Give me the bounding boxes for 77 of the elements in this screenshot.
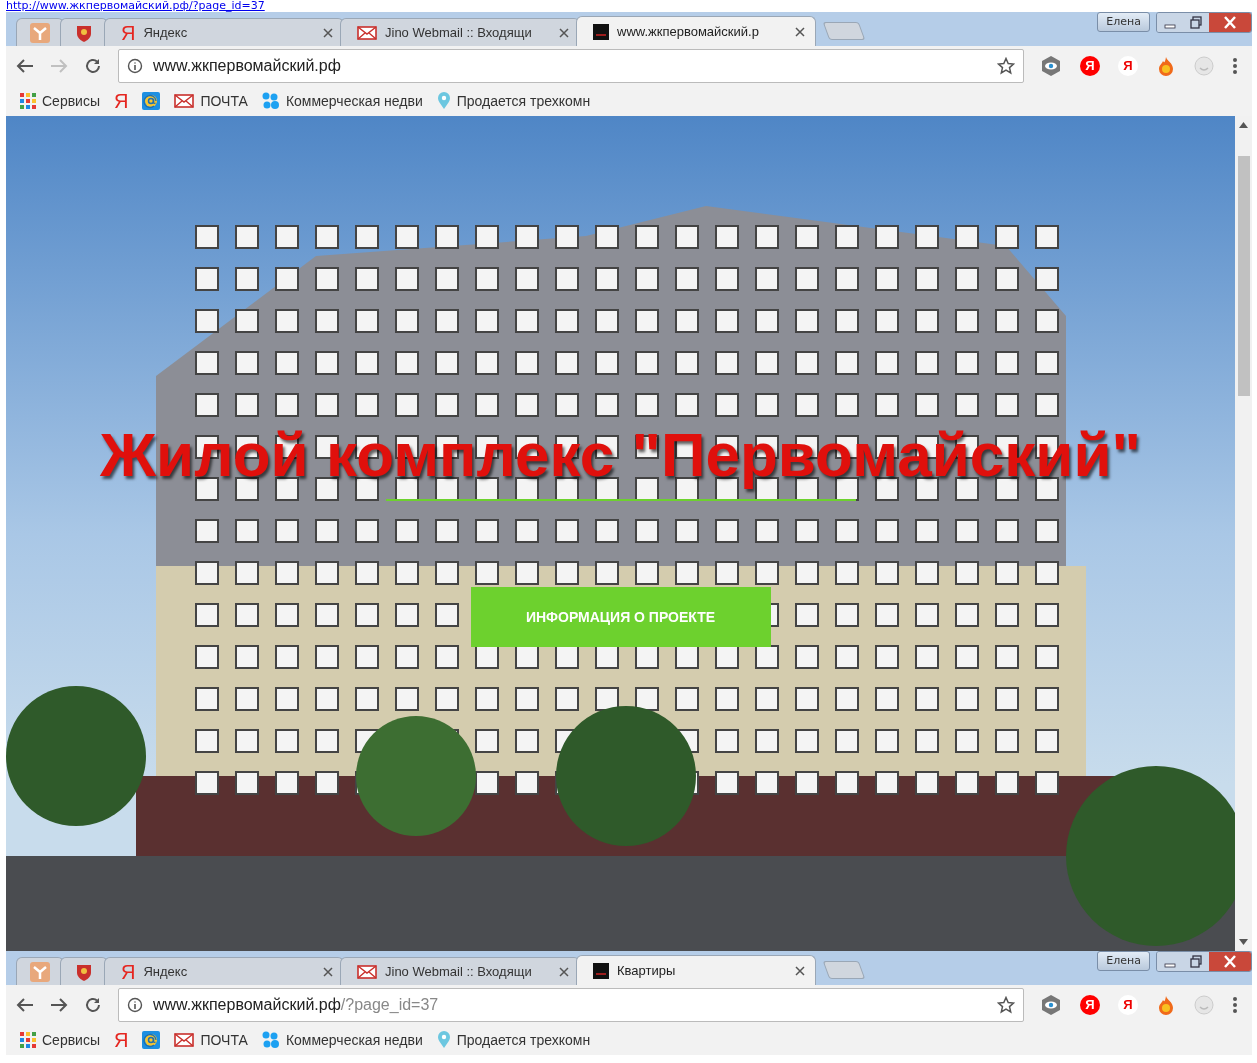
yandex-bookmark[interactable]: Я xyxy=(114,91,129,111)
scrollbar[interactable] xyxy=(1235,116,1252,951)
yandex-extension-icon[interactable]: Я xyxy=(1118,56,1138,76)
yandex-icon: Я xyxy=(121,22,136,43)
tab-title: www.жкпервомайский.р xyxy=(617,24,760,39)
tab-title: Jino Webmail :: Входящи xyxy=(385,25,533,40)
apps-icon xyxy=(20,1032,36,1048)
figure-icon xyxy=(30,961,50,982)
dots-icon xyxy=(261,1031,280,1049)
bookmark[interactable]: Продается трехкомн xyxy=(436,92,591,110)
tab-title: Яндекс xyxy=(143,25,189,40)
map-pin-icon xyxy=(436,1031,451,1049)
info-icon xyxy=(127,997,143,1013)
url-text: www.жкпервомайский.рф xyxy=(153,57,342,75)
address-bar[interactable]: www.жкпервомайский.рф/?page_id=37 xyxy=(118,988,1024,1022)
menu-icon[interactable] xyxy=(1232,57,1238,75)
back-button[interactable] xyxy=(16,997,34,1013)
close-tab-icon[interactable] xyxy=(559,27,569,38)
bookmark[interactable]: Сервисы xyxy=(20,1032,100,1048)
bookmark[interactable]: ПОЧТА xyxy=(174,93,248,109)
browser-tab[interactable]: Я Яндекс xyxy=(104,18,344,46)
bookmark[interactable]: Сервисы xyxy=(20,93,100,109)
address-bar[interactable]: www.жкпервомайский.рф xyxy=(118,49,1024,83)
yandex-extension-icon[interactable]: Я xyxy=(1080,995,1100,1015)
scroll-down-icon[interactable] xyxy=(1239,939,1248,945)
yandex-extension-icon[interactable]: Я xyxy=(1080,56,1100,76)
dots-icon xyxy=(261,92,280,110)
at-sign-icon[interactable] xyxy=(142,92,161,110)
at-sign-icon[interactable] xyxy=(142,1031,161,1049)
reload-button[interactable] xyxy=(84,996,102,1014)
close-tab-icon[interactable] xyxy=(559,966,569,977)
bookmark[interactable]: ПОЧТА xyxy=(174,1032,248,1048)
star-icon[interactable] xyxy=(997,57,1015,75)
tab-title: Квартиры xyxy=(617,963,677,978)
envelope-icon xyxy=(174,1033,195,1047)
map-pin-icon xyxy=(436,92,451,110)
eye-icon[interactable] xyxy=(1040,994,1062,1016)
close-tab-icon[interactable] xyxy=(323,966,333,977)
bookmark[interactable]: Продается трехкомн xyxy=(436,1031,591,1049)
bookmark[interactable]: Коммерческая недви xyxy=(261,1031,423,1049)
yandex-bookmark[interactable]: Я xyxy=(114,1030,129,1050)
yandex-extension-icon[interactable]: Я xyxy=(1118,995,1138,1015)
page-link[interactable]: http://www.жкпервомайский.рф/?page_id=37 xyxy=(6,0,265,12)
reload-button[interactable] xyxy=(84,57,102,75)
figure-icon xyxy=(30,22,50,43)
close-button[interactable] xyxy=(1209,13,1251,32)
close-tab-icon[interactable] xyxy=(795,965,805,976)
bookmark[interactable]: Коммерческая недви xyxy=(261,92,423,110)
back-button[interactable] xyxy=(16,58,34,74)
apps-icon xyxy=(20,93,36,109)
envelope-icon xyxy=(174,94,195,108)
envelope-icon xyxy=(357,25,377,40)
site-icon xyxy=(593,23,609,40)
flame-icon[interactable] xyxy=(1156,995,1176,1015)
eye-icon[interactable] xyxy=(1040,55,1062,77)
url-text: www.жкпервомайский.рф/?page_id=37 xyxy=(153,996,440,1014)
close-tab-icon[interactable] xyxy=(323,27,333,38)
profile-button[interactable]: Елена xyxy=(1097,12,1150,32)
star-icon[interactable] xyxy=(997,996,1015,1014)
info-icon xyxy=(127,58,143,74)
envelope-icon xyxy=(357,964,377,979)
site-icon xyxy=(593,962,609,979)
yandex-icon: Я xyxy=(121,961,136,982)
browser-tab[interactable]: www.жкпервомайский.р xyxy=(576,16,816,46)
maximize-button[interactable] xyxy=(1183,952,1209,971)
tab-title: Jino Webmail :: Входящи xyxy=(385,964,533,979)
forward-button[interactable] xyxy=(50,997,68,1013)
flame-icon[interactable] xyxy=(1156,56,1176,76)
scroll-thumb[interactable] xyxy=(1237,156,1250,396)
profile-button[interactable]: Елена xyxy=(1097,951,1150,971)
scroll-up-icon[interactable] xyxy=(1239,122,1248,128)
close-tab-icon[interactable] xyxy=(795,26,805,37)
maximize-button[interactable] xyxy=(1183,13,1209,32)
menu-icon[interactable] xyxy=(1232,996,1238,1014)
close-button[interactable] xyxy=(1209,952,1251,971)
tab-title: Яндекс xyxy=(143,964,189,979)
browser-tab[interactable]: Квартиры xyxy=(576,955,816,985)
